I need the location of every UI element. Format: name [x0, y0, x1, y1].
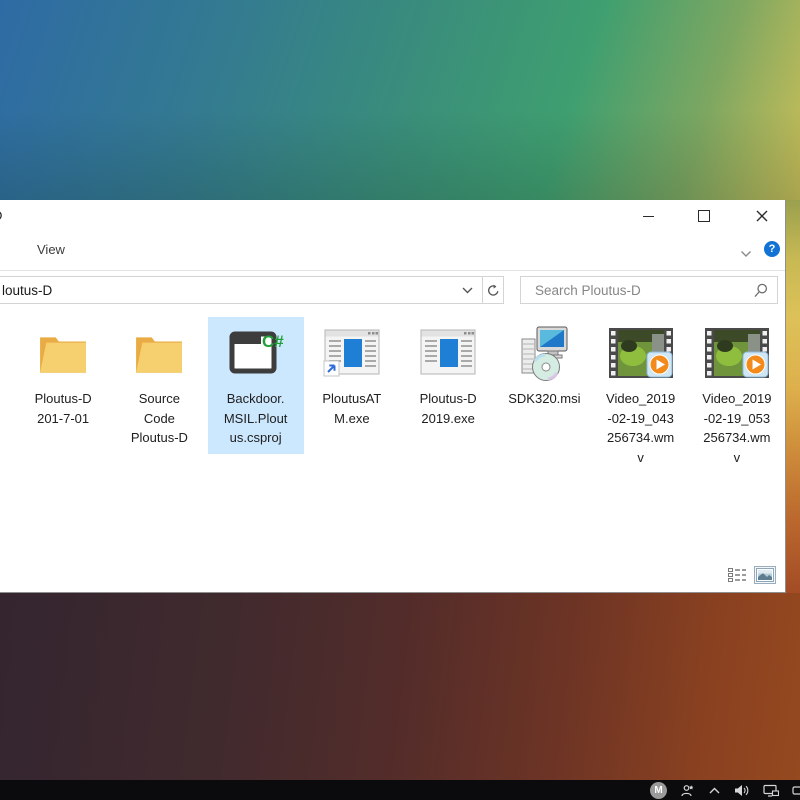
file-item-ploutusatm-exe[interactable]: PloutusAT M.exe [304, 317, 400, 434]
file-label: PloutusAT M.exe [322, 389, 381, 428]
file-label: SDK320.msi [508, 389, 580, 409]
thumbnails-view-icon [756, 568, 774, 582]
play-button-icon [647, 352, 672, 377]
close-icon [756, 210, 768, 222]
file-item-sdk320-msi[interactable]: SDK320.msi [496, 317, 592, 415]
help-button[interactable]: ? [764, 241, 780, 257]
file-label: Video_2019 -02-19_053 256734.wm v [702, 389, 771, 467]
application-icon [419, 320, 477, 386]
folder-icon [38, 320, 88, 386]
wallpaper-right-strip [786, 200, 800, 593]
file-label: Ploutus-D 2019.exe [420, 389, 477, 428]
search-box [520, 276, 778, 304]
application-shortcut-icon [323, 320, 381, 386]
search-icon[interactable] [754, 283, 768, 303]
file-item-source-code-ploutus-d[interactable]: Source Code Ploutus-D [111, 317, 207, 454]
csharp-label: C# [262, 332, 284, 351]
video-thumbnail-icon [609, 320, 673, 386]
file-item-video-2019-02-19-043256734-wmv[interactable]: Video_2019 -02-19_043 256734.wm v [593, 317, 689, 473]
status-bar [0, 559, 785, 592]
view-toggles [728, 566, 776, 584]
play-button-icon [743, 352, 768, 377]
window-title-fragment: D [0, 208, 2, 223]
shortcut-arrow-icon [324, 361, 339, 376]
tray-overflow-icon[interactable] [792, 785, 800, 796]
user-avatar[interactable]: M [650, 782, 667, 799]
address-text: loutus-D [0, 283, 462, 298]
wallpaper-top [0, 0, 800, 200]
video-thumbnail-icon [705, 320, 769, 386]
file-label: Video_2019 -02-19_043 256734.wm v [606, 389, 675, 467]
file-item-backdoor-msil-ploutus-csproj[interactable]: C# Backdoor. MSIL.Plout us.csproj [208, 317, 304, 454]
search-input[interactable] [521, 277, 777, 303]
details-view-button[interactable] [728, 566, 747, 584]
maximize-icon [698, 210, 710, 222]
address-dropdown-button[interactable] [462, 287, 473, 294]
ribbon-tabs-row: View ? [0, 232, 785, 271]
chevron-down-icon [462, 287, 473, 294]
title-bar: D [0, 200, 785, 232]
file-label: Ploutus-D 201-7-01 [35, 389, 92, 428]
desktop: D View ? loutus-D [0, 0, 800, 800]
thumbnails-view-button[interactable] [754, 566, 776, 584]
file-list: Ploutus-D 201-7-01 Source Code Ploutus-D [0, 309, 785, 561]
volume-icon[interactable] [734, 784, 750, 797]
refresh-button[interactable] [482, 276, 504, 304]
close-button[interactable] [747, 206, 777, 226]
csharp-project-icon: C# [228, 320, 284, 386]
file-item-ploutus-d-2019-exe[interactable]: Ploutus-D 2019.exe [400, 317, 496, 434]
folder-icon [134, 320, 184, 386]
maximize-button[interactable] [689, 206, 719, 226]
navigation-row: loutus-D [0, 271, 785, 309]
minimize-button[interactable] [633, 206, 663, 226]
minimize-icon [643, 216, 654, 217]
file-item-ploutus-d-201-7-01[interactable]: Ploutus-D 201-7-01 [15, 317, 111, 434]
address-bar[interactable]: loutus-D [0, 276, 483, 304]
wallpaper-bottom [0, 593, 800, 780]
chevron-down-icon [740, 250, 752, 258]
file-item-video-2019-02-19-053256734-wmv[interactable]: Video_2019 -02-19_053 256734.wm v [689, 317, 785, 473]
installer-icon [515, 320, 573, 386]
file-label: Backdoor. MSIL.Plout us.csproj [224, 389, 288, 448]
taskbar: M [0, 780, 800, 800]
file-label: Source Code Ploutus-D [131, 389, 188, 448]
refresh-icon [487, 284, 500, 297]
people-icon[interactable] [680, 783, 695, 798]
ribbon-collapse-button[interactable] [740, 245, 752, 263]
network-display-icon[interactable] [763, 784, 779, 797]
details-view-icon [728, 568, 747, 582]
chevron-up-icon[interactable] [708, 786, 721, 795]
tab-view[interactable]: View [37, 242, 65, 257]
explorer-window: D View ? loutus-D [0, 200, 786, 593]
